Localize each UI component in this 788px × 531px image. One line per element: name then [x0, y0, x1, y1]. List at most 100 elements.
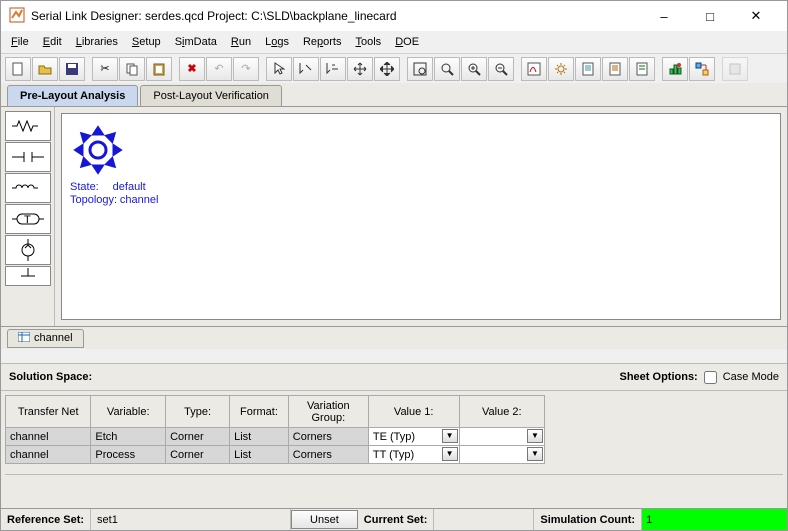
cell-type[interactable]: Corner [166, 428, 230, 446]
zoom-fit-button[interactable] [407, 57, 433, 81]
title-bar: Serial Link Designer: serdes.qcd Project… [1, 1, 787, 31]
sheet-options-label: Sheet Options: [620, 371, 698, 383]
work-area: T State: default Topology: channel [1, 107, 787, 327]
menu-tools[interactable]: Tools [350, 34, 388, 50]
sheet-tab-strip: channel [1, 327, 787, 349]
state-label: State: [70, 181, 99, 193]
cell-var[interactable]: Etch [91, 428, 166, 446]
sheet-tab-channel[interactable]: channel [7, 329, 84, 348]
new-button[interactable] [5, 57, 31, 81]
palette-tline[interactable]: T [5, 204, 51, 234]
redo-button[interactable]: ↷ [233, 57, 259, 81]
cell-tnet[interactable]: channel [6, 446, 91, 464]
status-bar: Reference Set: set1 Unset Current Set: S… [1, 508, 787, 530]
palette-ground[interactable] [5, 266, 51, 286]
menu-libraries[interactable]: Libraries [70, 34, 124, 50]
menu-reports[interactable]: Reports [297, 34, 348, 50]
horizontal-scrollbar[interactable] [5, 474, 783, 488]
simulation-count-value: 1 [642, 509, 787, 530]
col-format[interactable]: Format: [230, 396, 289, 428]
doe-button[interactable] [662, 57, 688, 81]
pointer-button[interactable] [266, 57, 292, 81]
cell-value2[interactable]: ▼ [459, 446, 544, 464]
copy-button[interactable] [119, 57, 145, 81]
report3-button[interactable] [629, 57, 655, 81]
zoom-button[interactable] [434, 57, 460, 81]
zoom-out-button[interactable] [488, 57, 514, 81]
run-sim-button[interactable] [521, 57, 547, 81]
open-button[interactable] [32, 57, 58, 81]
svg-text:T: T [24, 214, 31, 226]
report1-button[interactable] [575, 57, 601, 81]
move-button[interactable] [347, 57, 373, 81]
menu-file[interactable]: File [5, 34, 35, 50]
col-variable[interactable]: Variable: [91, 396, 166, 428]
current-set-value [434, 509, 534, 530]
case-mode-checkbox[interactable] [704, 371, 717, 384]
save-button[interactable] [59, 57, 85, 81]
menu-edit[interactable]: Edit [37, 34, 68, 50]
palette-source[interactable] [5, 235, 51, 265]
palette-capacitor[interactable] [5, 142, 51, 172]
case-mode-label: Case Mode [723, 371, 779, 383]
canvas-meta: State: default Topology: channel [70, 181, 772, 207]
maximize-button[interactable]: □ [687, 1, 733, 31]
dropdown-icon[interactable]: ▼ [442, 429, 458, 443]
close-button[interactable]: ✕ [733, 1, 779, 31]
netlist-button[interactable] [689, 57, 715, 81]
cut-button[interactable]: ✂ [92, 57, 118, 81]
minimize-button[interactable]: – [641, 1, 687, 31]
toolbar: ✂ ✖ ↶ ↷ [1, 53, 787, 83]
window-title: Serial Link Designer: serdes.qcd Project… [31, 9, 641, 23]
undo-button[interactable]: ↶ [206, 57, 232, 81]
cell-value1[interactable]: TE (Typ)▼ [368, 428, 459, 446]
select-net-button[interactable] [293, 57, 319, 81]
solution-space-grid: Transfer Net Variable: Type: Format: Var… [1, 391, 787, 488]
misc-button[interactable] [722, 57, 748, 81]
reference-set-label: Reference Set: [1, 509, 91, 530]
grid-row[interactable]: channel Etch Corner List Corners TE (Typ… [6, 428, 545, 446]
cell-fmt[interactable]: List [230, 446, 289, 464]
cell-value1[interactable]: TT (Typ)▼ [368, 446, 459, 464]
menu-doe[interactable]: DOE [389, 34, 425, 50]
state-value: default [113, 181, 146, 193]
paste-button[interactable] [146, 57, 172, 81]
dropdown-icon[interactable]: ▼ [527, 447, 543, 461]
pan-button[interactable] [374, 57, 400, 81]
select-branch-button[interactable] [320, 57, 346, 81]
grid-row[interactable]: channel Process Corner List Corners TT (… [6, 446, 545, 464]
cell-type[interactable]: Corner [166, 446, 230, 464]
col-variation[interactable]: Variation Group: [288, 396, 368, 428]
cell-vg[interactable]: Corners [288, 428, 368, 446]
col-value2[interactable]: Value 2: [459, 396, 544, 428]
grid-header-row: Transfer Net Variable: Type: Format: Var… [6, 396, 545, 428]
simulation-count-label: Simulation Count: [534, 509, 642, 530]
tab-prelayout[interactable]: Pre-Layout Analysis [7, 85, 138, 106]
dropdown-icon[interactable]: ▼ [527, 429, 543, 443]
col-transfer-net[interactable]: Transfer Net [6, 396, 91, 428]
topology-label: Topology: [70, 194, 117, 206]
report2-button[interactable] [602, 57, 628, 81]
col-value1[interactable]: Value 1: [368, 396, 459, 428]
menu-setup[interactable]: Setup [126, 34, 167, 50]
menu-logs[interactable]: Logs [259, 34, 295, 50]
cell-fmt[interactable]: List [230, 428, 289, 446]
component-palette: T [1, 107, 55, 326]
zoom-in-button[interactable] [461, 57, 487, 81]
dropdown-icon[interactable]: ▼ [442, 447, 458, 461]
cell-vg[interactable]: Corners [288, 446, 368, 464]
cell-var[interactable]: Process [91, 446, 166, 464]
delete-button[interactable]: ✖ [179, 57, 205, 81]
menu-run[interactable]: Run [225, 34, 257, 50]
cell-tnet[interactable]: channel [6, 428, 91, 446]
col-type[interactable]: Type: [166, 396, 230, 428]
tab-postlayout[interactable]: Post-Layout Verification [140, 85, 282, 106]
settings-button[interactable] [548, 57, 574, 81]
cell-value2[interactable]: ▼ [459, 428, 544, 446]
unset-button[interactable]: Unset [291, 510, 358, 529]
sheet-icon [18, 332, 30, 345]
menu-simdata[interactable]: SimData [169, 34, 223, 50]
schematic-canvas[interactable]: State: default Topology: channel [61, 113, 781, 320]
palette-inductor[interactable] [5, 173, 51, 203]
palette-resistor[interactable] [5, 111, 51, 141]
